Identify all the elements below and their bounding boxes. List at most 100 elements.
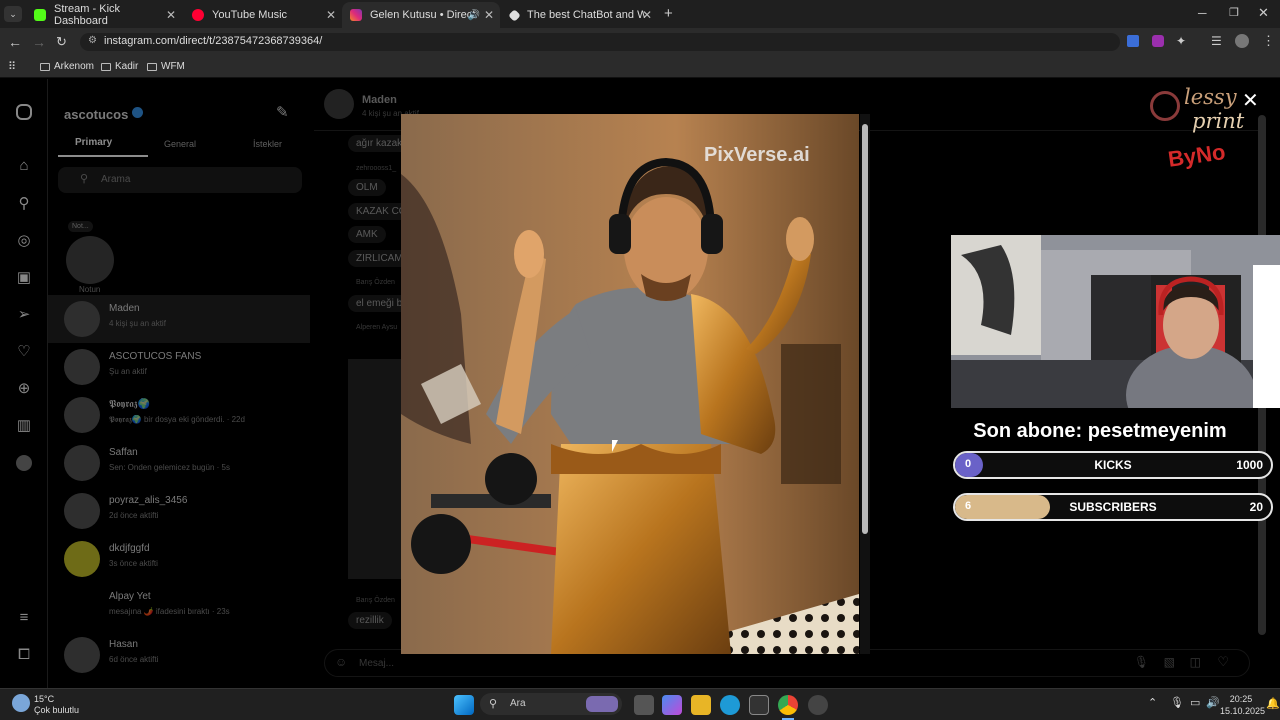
dashboard-icon[interactable]: ▥ <box>14 416 34 436</box>
search-label: Ara <box>510 698 526 709</box>
tab-instagram-direct[interactable]: Gelen Kutusu • Direct 🔊 ✕ <box>342 2 500 28</box>
search-icon[interactable]: ⚲ <box>14 194 34 214</box>
speaker-icon[interactable]: 🔊 <box>468 10 480 21</box>
taskbar-search[interactable]: ⚲ Ara <box>480 693 622 715</box>
close-window-icon[interactable]: ✕ <box>1258 5 1269 21</box>
menu-icon[interactable]: ⋮ <box>1262 33 1275 49</box>
tray-overflow-icon[interactable]: ⌃ <box>1148 696 1157 709</box>
close-tab-icon[interactable]: ✕ <box>326 8 336 22</box>
create-icon[interactable]: ⊕ <box>14 379 34 399</box>
search-icon: ⚲ <box>489 698 498 710</box>
bookmark-kadir[interactable]: Kadir <box>101 61 138 72</box>
instagram-logo-icon[interactable] <box>16 104 32 120</box>
list-item[interactable]: Saffan Sen: Onden gelemicez bugün · 5s <box>64 441 304 485</box>
clock-time[interactable]: 20:25 <box>1220 694 1262 704</box>
media-viewer-image[interactable] <box>401 114 859 654</box>
task-view-icon[interactable] <box>634 695 654 715</box>
note-avatar[interactable] <box>66 236 114 284</box>
goal-target-value: 1000 <box>1236 458 1263 472</box>
list-item[interactable]: ASCOTUCOS FANS Şu an aktif <box>64 345 304 389</box>
translate-extension-icon[interactable] <box>1127 35 1139 47</box>
close-tab-icon[interactable]: ✕ <box>166 8 176 22</box>
minimize-icon[interactable]: ─ <box>1198 6 1207 20</box>
bookmarks-bar: ⠿ Arkenom Kadir WFM <box>0 56 1280 78</box>
folder-icon <box>101 62 111 71</box>
like-heart-icon[interactable]: ♡ <box>1217 654 1229 670</box>
chat-avatar[interactable] <box>324 89 354 119</box>
address-bar[interactable]: ⚙ instagram.com/direct/t/238754723687393… <box>80 33 1120 51</box>
messages-icon[interactable]: ➢ <box>14 305 34 325</box>
weather-description[interactable]: Çok bulutlu <box>34 705 79 715</box>
list-item[interactable]: poyraz_alis_3456 2d önce aktifti <box>64 489 304 533</box>
reading-list-icon[interactable]: ☰ <box>1211 34 1222 48</box>
lessy-print-logo: lessy print ByNo <box>1146 85 1244 185</box>
apps-grid-icon[interactable]: ⠿ <box>8 60 16 73</box>
close-tab-icon[interactable]: ✕ <box>484 8 494 22</box>
obs-icon[interactable] <box>808 695 828 715</box>
search-placeholder: Arama <box>101 174 131 185</box>
list-item[interactable]: dkdjfggfd 3s önce aktifti <box>64 537 304 581</box>
tab-chatbot[interactable]: The best ChatBot and Widgets ✕ <box>502 2 658 28</box>
list-item[interactable]: Hasan 6d önce aktifti <box>64 633 304 677</box>
reload-icon[interactable]: ↻ <box>56 34 67 50</box>
list-item[interactable]: Alpay Yet mesajına 🌶️ ifadesini bıraktı ·… <box>64 585 304 629</box>
list-item[interactable]: Maden 4 kişi şu an aktif <box>64 297 304 341</box>
new-message-icon[interactable]: ✎ <box>276 103 289 121</box>
notifications-bell-icon[interactable]: 🔔 <box>1266 697 1280 710</box>
site-info-icon[interactable]: ⚙ <box>88 35 97 46</box>
forward-icon[interactable]: → <box>32 34 46 50</box>
microphone-tray-icon[interactable]: 🎙 <box>1170 696 1184 709</box>
list-item[interactable]: 𝕻𝖔𝖞𝖗𝖆𝖟🌍 𝕻𝖔𝖞𝖗𝖆𝖟🌍 bir dosya eki gönderdi. ·… <box>64 393 304 437</box>
sticker-icon[interactable]: ◫ <box>1190 655 1201 669</box>
bookmark-wfm[interactable]: WFM <box>147 61 185 72</box>
weather-temp[interactable]: 15°C <box>34 694 54 704</box>
scrollbar-thumb[interactable] <box>862 124 868 534</box>
note-bubble[interactable]: Not... <box>68 221 93 232</box>
conversation-status: 3s önce aktifti <box>109 559 158 568</box>
weather-icon[interactable] <box>12 694 30 712</box>
close-viewer-icon[interactable]: ✕ <box>1242 88 1259 113</box>
emoji-icon[interactable]: ☺ <box>335 655 347 669</box>
reels-icon[interactable]: ▣ <box>14 268 34 288</box>
notifications-heart-icon[interactable]: ♡ <box>14 342 34 362</box>
tab-general[interactable]: General <box>164 139 196 149</box>
chrome-icon[interactable] <box>778 695 798 715</box>
tab-kick[interactable]: Stream - Kick Dashboard ✕ <box>26 2 182 28</box>
scrollbar[interactable] <box>860 114 870 654</box>
restore-icon[interactable]: ❐ <box>1229 6 1239 19</box>
clock-date[interactable]: 15.10.2025 <box>1220 706 1265 716</box>
windows-start-icon[interactable] <box>454 695 474 715</box>
close-tab-icon[interactable]: ✕ <box>642 8 652 22</box>
chat-title[interactable]: Maden <box>362 94 397 106</box>
sender-name: Barış Özden <box>356 279 395 286</box>
extensions-puzzle-icon[interactable]: ✦ <box>1176 34 1186 48</box>
copilot-icon[interactable] <box>662 695 682 715</box>
also-from-meta-icon[interactable]: ⧠ <box>14 646 34 666</box>
display-tray-icon[interactable]: ▭ <box>1190 696 1200 709</box>
tab-requests[interactable]: İstekler <box>253 139 282 149</box>
home-icon[interactable]: ⌂ <box>14 157 34 177</box>
account-username[interactable]: ascotucos <box>64 107 128 122</box>
search-input[interactable]: ⚲ Arama <box>58 167 302 193</box>
profile-avatar[interactable] <box>16 455 32 471</box>
tab-youtube-music[interactable]: YouTube Music ✕ <box>184 2 342 28</box>
extension-icon[interactable] <box>1152 35 1164 47</box>
image-upload-icon[interactable]: ▧ <box>1164 655 1175 669</box>
shared-image[interactable] <box>348 359 408 579</box>
bookmark-arkenom[interactable]: Arkenom <box>40 61 94 72</box>
microsoft-store-icon[interactable] <box>749 695 769 715</box>
tab-search-icon[interactable]: ⌄ <box>4 6 22 22</box>
tab-primary[interactable]: Primary <box>75 137 112 148</box>
more-menu-icon[interactable]: ≡ <box>14 609 34 629</box>
new-tab-icon[interactable]: + <box>664 5 673 22</box>
verified-badge-icon <box>132 107 143 118</box>
kicks-goal-bar: 0 KICKS 1000 <box>953 451 1273 479</box>
back-icon[interactable]: ← <box>8 34 22 50</box>
edge-icon[interactable] <box>720 695 740 715</box>
file-explorer-icon[interactable] <box>691 695 711 715</box>
conversation-status: 6d önce aktifti <box>109 655 159 664</box>
explore-icon[interactable]: ◎ <box>14 231 34 251</box>
profile-avatar[interactable] <box>1235 34 1249 48</box>
microphone-icon[interactable]: 🎙 <box>1134 655 1149 669</box>
volume-icon[interactable]: 🔊 <box>1206 696 1220 709</box>
